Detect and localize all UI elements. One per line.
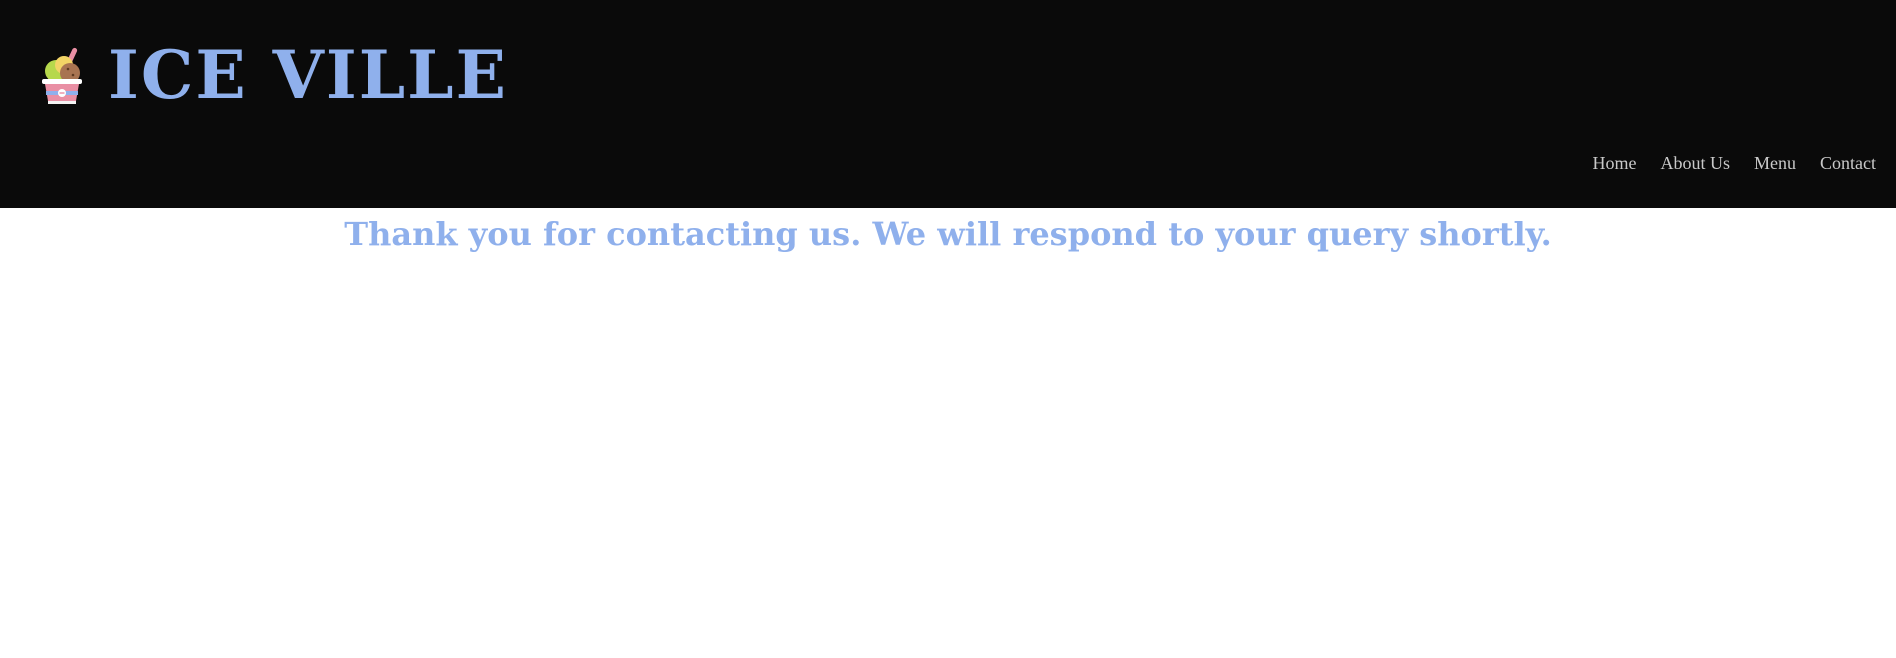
nav-link-contact[interactable]: Contact [1820, 153, 1876, 174]
nav-link-home[interactable]: Home [1592, 153, 1636, 174]
site-header: ICE VILLE Home About Us Menu Contact [0, 0, 1896, 208]
brand[interactable]: ICE VILLE [40, 42, 508, 108]
site-title: ICE VILLE [108, 36, 508, 114]
nav-link-about-us[interactable]: About Us [1660, 153, 1730, 174]
main-content: Thank you for contacting us. We will res… [0, 208, 1896, 256]
nav-link-menu[interactable]: Menu [1754, 153, 1796, 174]
confirmation-message: Thank you for contacting us. We will res… [344, 215, 1552, 253]
main-nav: Home About Us Menu Contact [1592, 153, 1876, 174]
ice-cream-cup-icon [42, 47, 82, 104]
